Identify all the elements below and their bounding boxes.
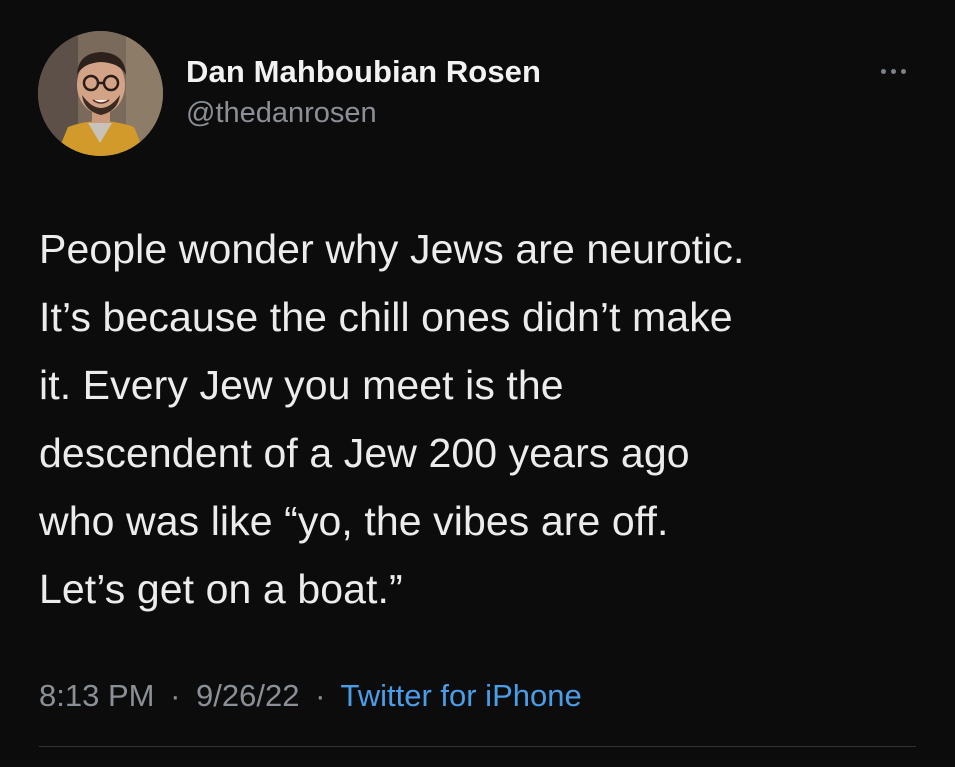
avatar[interactable]	[38, 31, 163, 156]
tweet-time[interactable]: 8:13 PM	[39, 678, 154, 713]
meta-separator: ·	[170, 678, 181, 713]
more-horizontal-icon-dot	[890, 68, 896, 74]
more-options-button[interactable]	[870, 58, 916, 84]
meta-separator: ·	[315, 678, 326, 713]
tweet-meta: 8:13 PM · 9/26/22 · Twitter for iPhone	[39, 674, 582, 718]
more-horizontal-icon	[880, 68, 886, 74]
display-name[interactable]: Dan Mahboubian Rosen	[186, 54, 541, 90]
user-handle[interactable]: @thedanrosen	[186, 95, 541, 131]
author-info: Dan Mahboubian Rosen @thedanrosen	[186, 54, 541, 131]
avatar-image	[38, 31, 163, 156]
divider	[39, 746, 916, 747]
tweet-card: Dan Mahboubian Rosen @thedanrosen People…	[0, 0, 955, 767]
tweet-date[interactable]: 9/26/22	[196, 678, 299, 713]
tweet-source-link[interactable]: Twitter for iPhone	[340, 678, 581, 713]
tweet-text: People wonder why Jews are neurotic. It’…	[39, 226, 745, 612]
more-horizontal-icon-dot	[900, 68, 906, 74]
